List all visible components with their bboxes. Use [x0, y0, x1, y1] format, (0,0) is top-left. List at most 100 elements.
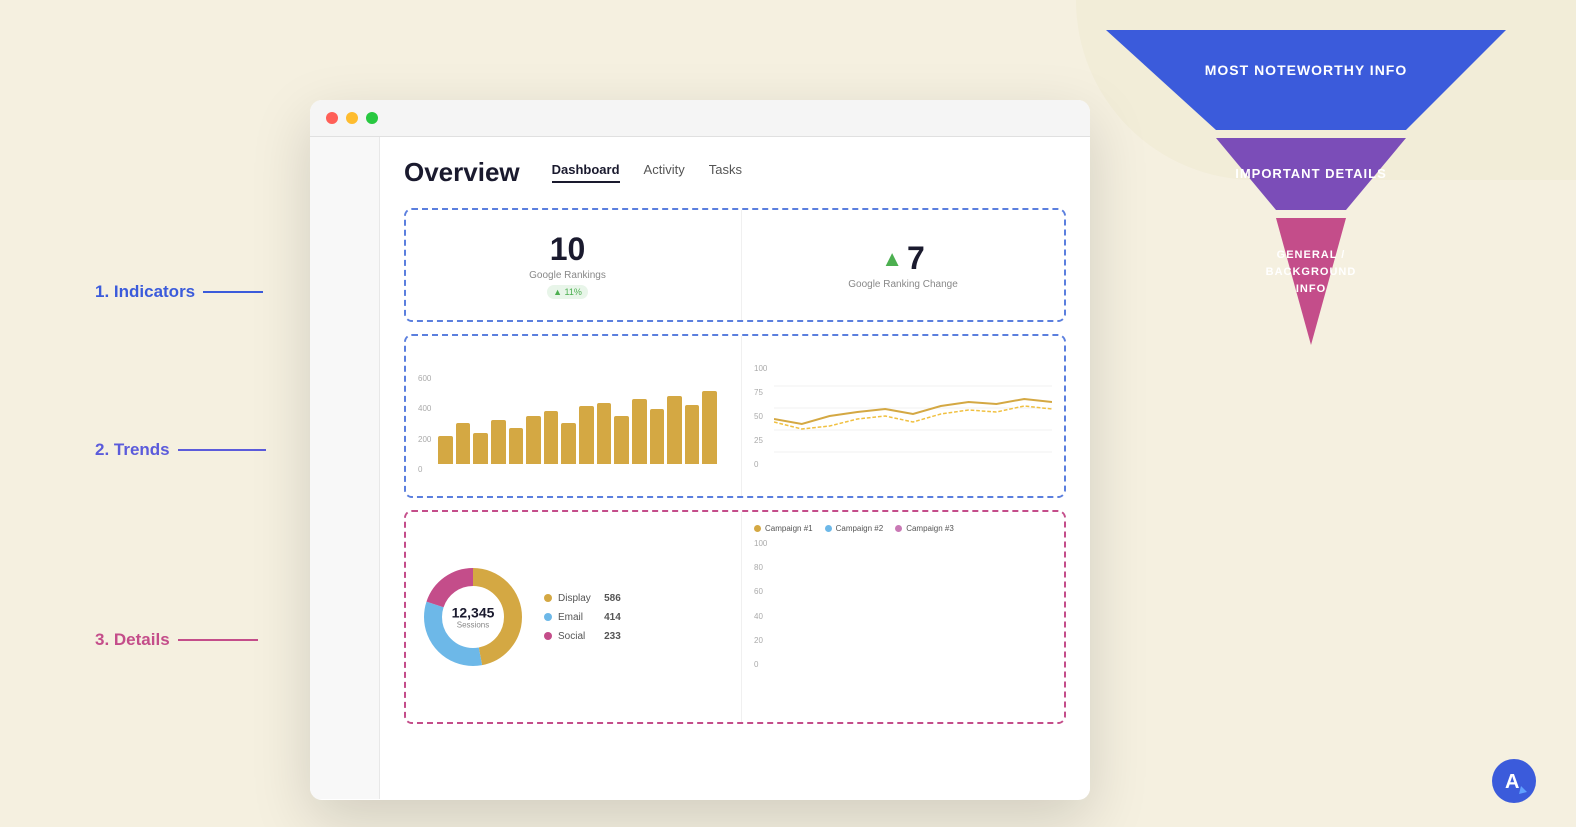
bar-chart-card: 600 400 200 0 [406, 336, 729, 496]
gby-60: 60 [754, 587, 767, 596]
trends-line [178, 449, 266, 451]
legend-circle-c1 [754, 525, 761, 532]
gby-0: 0 [754, 660, 767, 669]
details-annotation: 3. Details [95, 630, 258, 650]
trends-label: 2. Trends [95, 440, 170, 460]
brand-logo: A [1492, 759, 1536, 803]
legend-value-display: 586 [597, 593, 621, 604]
ly-50: 50 [754, 412, 767, 421]
donut-center-label: Sessions [452, 621, 495, 630]
trends-annotation: 2. Trends [95, 440, 266, 460]
brand-logo-svg: A [1501, 768, 1527, 794]
ly-0: 0 [754, 460, 767, 469]
y-label-200: 200 [418, 435, 431, 444]
indicator-value-rankings: 10 [550, 231, 586, 268]
main-content: Overview Dashboard Activity Tasks 10 Goo… [380, 137, 1090, 799]
donut-legend: Display 586 Email 414 [544, 593, 621, 642]
tab-activity[interactable]: Activity [644, 162, 685, 183]
legend-campaign2: Campaign #2 [825, 524, 884, 533]
details-section: 12,345 Sessions Display 586 [404, 510, 1066, 724]
y-label-600: 600 [418, 374, 431, 383]
bar-15 [685, 405, 700, 464]
indicator-card-change: ▲ 7 Google Ranking Change [741, 210, 1064, 320]
ly-25: 25 [754, 436, 767, 445]
indicator-label-rankings: Google Rankings [529, 270, 606, 281]
bar-5 [509, 428, 524, 464]
brand-arrow [1519, 786, 1527, 794]
bar-6 [526, 416, 541, 464]
bar-chart-bars [438, 374, 717, 464]
gby-40: 40 [754, 612, 767, 621]
gby-20: 20 [754, 636, 767, 645]
details-label: 3. Details [95, 630, 170, 650]
legend-name-social: Social [558, 631, 585, 642]
trends-row: 600 400 200 0 [406, 336, 1064, 496]
funnel-bottom-text-1: GENERAL / [1277, 249, 1346, 261]
bar-7 [544, 411, 559, 464]
indicator-card-rankings: 10 Google Rankings ▲ 11% [406, 210, 729, 320]
legend-dot-display [544, 594, 552, 602]
legend-name-display: Display [558, 593, 591, 604]
bar-8 [561, 423, 576, 464]
donut-center: 12,345 Sessions [452, 605, 495, 630]
funnel-bottom-text-3: INFO [1296, 283, 1326, 295]
y-label-0: 0 [418, 465, 431, 474]
legend-value-social: 233 [597, 631, 621, 642]
indicators-row: 10 Google Rankings ▲ 11% ▲ 7 Google Rank… [406, 210, 1064, 320]
tab-dashboard[interactable]: Dashboard [552, 162, 620, 183]
indicator-annotation: 1. Indicators [95, 282, 263, 302]
browser-titlebar [310, 100, 1090, 137]
legend-label-c3: Campaign #3 [906, 524, 954, 533]
traffic-light-green[interactable] [366, 112, 378, 124]
details-row: 12,345 Sessions Display 586 [406, 512, 1064, 722]
bar-11 [614, 416, 629, 464]
ly-75: 75 [754, 388, 767, 397]
bar-13 [650, 409, 665, 465]
legend-campaign3: Campaign #3 [895, 524, 954, 533]
indicator-line [203, 291, 263, 293]
legend-value-email: 414 [597, 612, 621, 623]
app-title: Overview [404, 157, 520, 188]
donut-center-value: 12,345 [452, 605, 495, 621]
legend-campaign1: Campaign #1 [754, 524, 813, 533]
dashboard-grid: 10 Google Rankings ▲ 11% ▲ 7 Google Rank… [404, 208, 1066, 724]
funnel-top-text: MOST NOTEWORTHY INFO [1205, 62, 1408, 78]
funnel-container: MOST NOTEWORTHY INFO IMPORTANT DETAILS G… [1096, 20, 1516, 355]
line-chart-y-axis: 100 75 50 25 0 [754, 364, 767, 469]
bar-14 [667, 396, 682, 464]
donut-card: 12,345 Sessions Display 586 [406, 512, 729, 722]
legend-display: Display 586 [544, 593, 621, 604]
legend-email: Email 414 [544, 612, 621, 623]
svg-text:A: A [1505, 771, 1519, 793]
app-header: Overview Dashboard Activity Tasks [404, 157, 1066, 188]
tab-tasks[interactable]: Tasks [709, 162, 742, 183]
traffic-light-red[interactable] [326, 112, 338, 124]
grouped-bar-card: Campaign #1 Campaign #2 Campaign #3 [741, 512, 1064, 722]
bar-chart: 600 400 200 0 [418, 374, 717, 484]
arrow-up-icon: ▲ [881, 246, 903, 272]
grouped-bar-area: 100 80 60 40 20 0 [754, 539, 1052, 694]
funnel-middle-text: IMPORTANT DETAILS [1235, 166, 1387, 181]
bar-2 [456, 423, 471, 464]
details-line [178, 639, 258, 641]
line-chart-svg [774, 364, 1052, 474]
gby-80: 80 [754, 563, 767, 572]
bar-12 [632, 399, 647, 464]
grouped-bar-legend: Campaign #1 Campaign #2 Campaign #3 [754, 524, 1052, 533]
legend-circle-c3 [895, 525, 902, 532]
indicator-value-change: ▲ 7 [881, 240, 925, 277]
change-number: 7 [907, 240, 925, 277]
line-chart-card: 100 75 50 25 0 [741, 336, 1064, 496]
bar-1 [438, 436, 453, 464]
funnel-bottom [1276, 218, 1346, 345]
bar-chart-y-axis: 600 400 200 0 [418, 374, 431, 474]
gby-100: 100 [754, 539, 767, 548]
indicator-badge-rankings: ▲ 11% [547, 285, 588, 299]
bar-9 [579, 406, 594, 464]
traffic-light-yellow[interactable] [346, 112, 358, 124]
bar-16 [702, 391, 717, 464]
legend-name-email: Email [558, 612, 583, 623]
grouped-bar-chart [771, 539, 845, 669]
bar-4 [491, 420, 506, 464]
donut-chart-container: 12,345 Sessions [418, 562, 528, 672]
